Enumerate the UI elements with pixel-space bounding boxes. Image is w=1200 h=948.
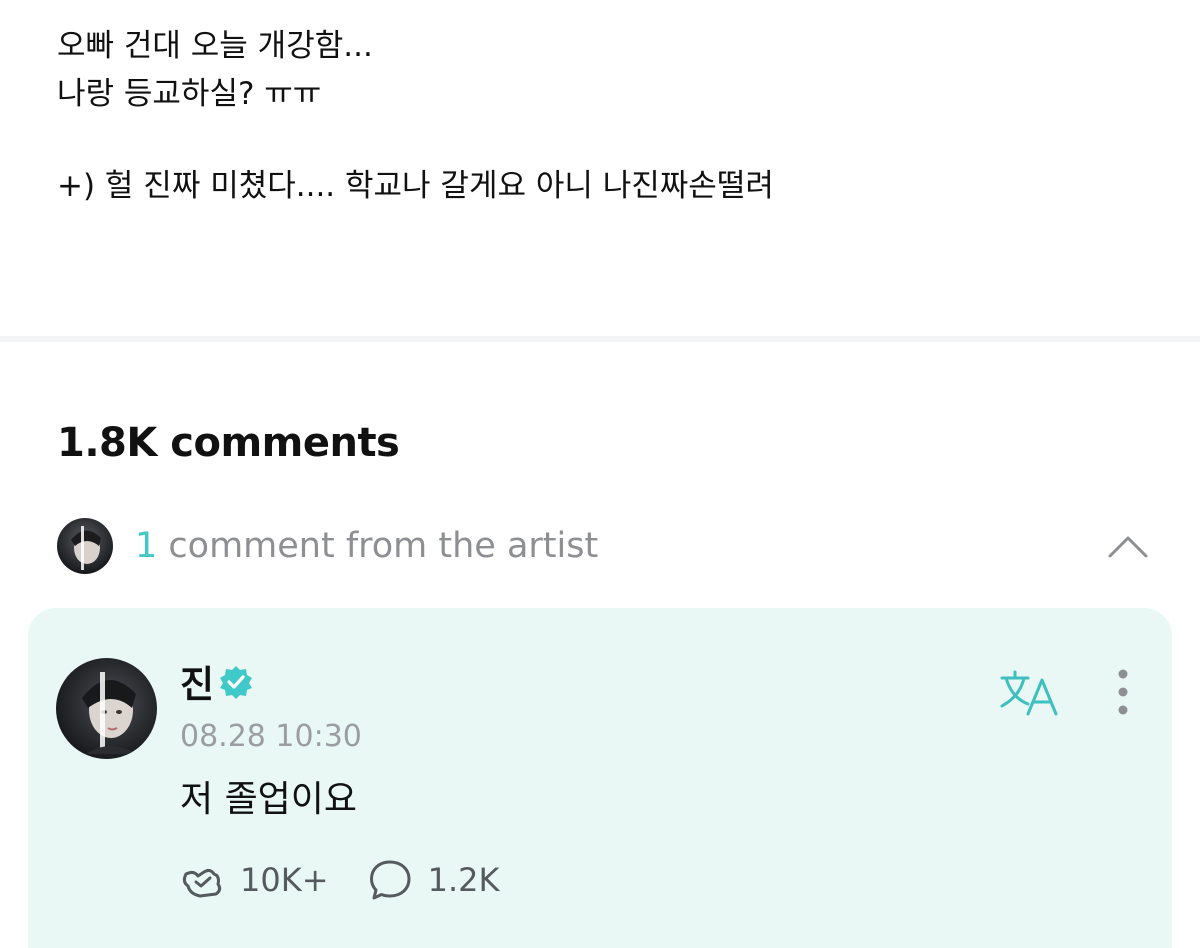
post-line: 나랑 등교하실? ㅠㅠ <box>57 76 322 112</box>
like-count: 10K+ <box>240 861 329 899</box>
reply-icon <box>369 860 411 900</box>
section-divider <box>0 336 1200 342</box>
more-icon[interactable] <box>1106 666 1140 718</box>
artist-avatar[interactable] <box>56 658 157 759</box>
artist-mini-avatar <box>57 518 113 574</box>
reply-count: 1.2K <box>427 861 500 899</box>
artist-comment-label-text: comment from the artist <box>157 526 599 566</box>
verified-badge-icon <box>218 664 254 700</box>
like-icon <box>182 868 222 898</box>
comment-actions: 10K+ 1.2K <box>180 858 533 902</box>
artist-comments-label: 1 comment from the artist <box>135 524 598 568</box>
comment-timestamp: 08.28 10:30 <box>180 719 362 754</box>
chevron-up-icon[interactable] <box>1104 526 1152 566</box>
artist-name-row: 진 <box>180 660 254 710</box>
artist-comment-count: 1 <box>135 526 158 566</box>
like-button[interactable]: 10K+ <box>180 858 329 902</box>
post-body: 오빠 건대 오늘 개강함... 나랑 등교하실? ㅠㅠ +) 헐 진짜 미쳤다.… <box>57 22 1157 210</box>
artist-comment-card: 진 08.28 10:30 저 졸업이요 10K+ 1.2K <box>28 608 1172 948</box>
artist-comments-toggle[interactable]: 1 comment from the artist <box>57 518 1152 574</box>
artist-name[interactable]: 진 <box>180 663 214 706</box>
post-line-blank <box>57 118 1157 162</box>
post-line: 오빠 건대 오늘 개강함... <box>57 28 373 64</box>
comments-count: 1.8K comments <box>57 420 400 466</box>
translate-icon[interactable] <box>998 668 1060 718</box>
reply-button[interactable]: 1.2K <box>368 858 500 902</box>
comment-text: 저 졸업이요 <box>180 779 358 820</box>
post-line: +) 헐 진짜 미쳤다.... 학교나 갈게요 아니 나진짜손떨려 <box>57 168 774 204</box>
